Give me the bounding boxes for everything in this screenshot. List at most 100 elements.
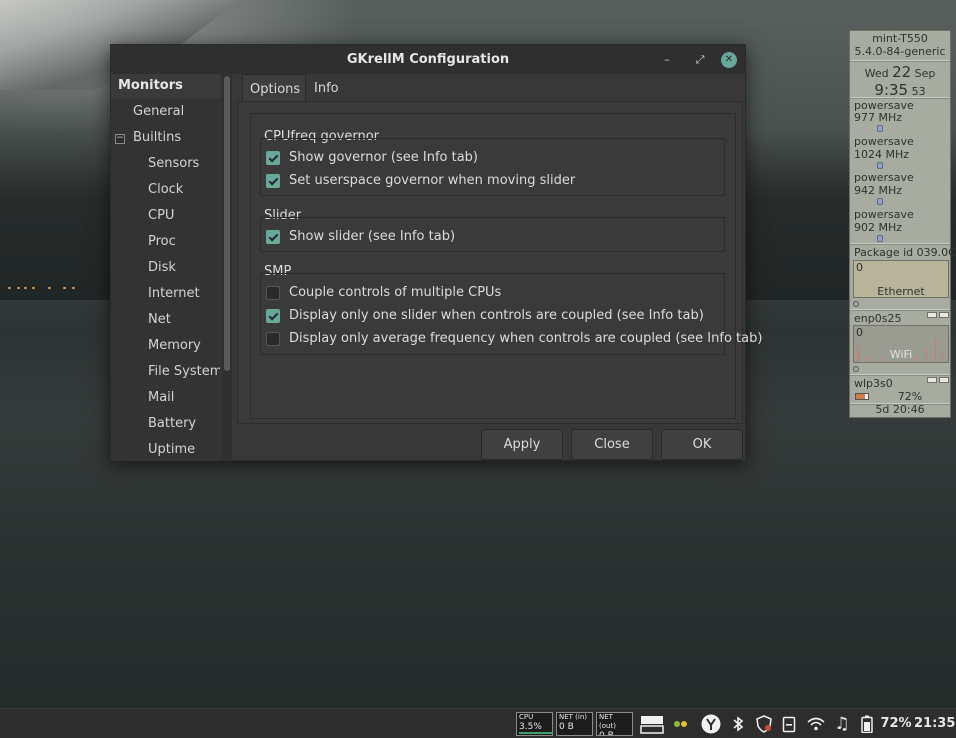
gk-month: Sep xyxy=(914,67,936,80)
checkbox-label: Set userspace governor when moving slide… xyxy=(289,173,576,188)
minimize-icon[interactable]: – xyxy=(659,52,675,68)
checkbox-label: Couple controls of multiple CPUs xyxy=(289,285,502,300)
gk-net-led-icon xyxy=(939,312,949,318)
gk-cpu2-slider[interactable] xyxy=(877,198,883,205)
tree-item-general[interactable]: General xyxy=(133,100,184,124)
checkbox-checked-icon[interactable] xyxy=(266,174,280,188)
gkrellm-config-window: GKrellM Configuration – ⤢ ✕ Monitors Gen… xyxy=(110,44,762,461)
gk-cpu0-freq: 977 MHz xyxy=(854,111,903,124)
frame-slider: Show slider (see Info tab) xyxy=(260,217,725,252)
checkbox-unchecked-icon[interactable] xyxy=(266,286,280,300)
config-content: Options Info CPUfreq governor Show gover… xyxy=(234,74,762,427)
gk-wifi-graph[interactable]: 0 WiFi xyxy=(853,325,949,363)
gk-iface-wifi: wlp3s0 xyxy=(854,377,893,390)
tree-item-net[interactable]: Net xyxy=(148,308,171,332)
gk-cpu3-freq: 902 MHz xyxy=(854,221,903,234)
tree-item-proc[interactable]: Proc xyxy=(148,230,176,254)
frame-smp: Couple controls of multiple CPUs Display… xyxy=(260,273,762,355)
gk-net-led-icon xyxy=(927,312,937,318)
tree-item-mail[interactable]: Mail xyxy=(148,386,174,410)
gk-separator xyxy=(850,309,950,311)
tree-item-sensors[interactable]: Sensors xyxy=(148,152,199,176)
dialog-button-bar: Apply Close OK xyxy=(111,429,747,461)
gk-ethernet-indicator-icon xyxy=(853,301,859,307)
frame-cpufreq: Show governor (see Info tab) Set userspa… xyxy=(260,138,725,196)
bluetooth-icon[interactable] xyxy=(729,709,747,738)
tree-header-monitors[interactable]: Monitors xyxy=(111,74,220,98)
window-title: GKrellM Configuration xyxy=(346,52,510,67)
tree-scrollbar-thumb[interactable] xyxy=(224,76,230,371)
window-titlebar[interactable]: GKrellM Configuration – ⤢ ✕ xyxy=(111,45,745,74)
taskbar-net-in-value: 0 B xyxy=(559,722,574,732)
taskbar-battery-percent: 72% xyxy=(880,716,912,731)
taskbar-cpu-graph xyxy=(519,732,552,734)
gk-ethernet-chart[interactable]: 0 Ethernet xyxy=(853,260,949,298)
monitors-tree: Monitors General − Builtins Sensors Cloc… xyxy=(111,74,220,461)
gk-separator xyxy=(850,243,950,245)
clipboard-icon[interactable] xyxy=(780,709,798,738)
taskbar: CPU 3.5% NET (in) 0 B NET (out) 0 B ♫ 72… xyxy=(0,708,956,738)
gk-cpu3-slider[interactable] xyxy=(877,235,883,242)
gk-cpu2-freq: 942 MHz xyxy=(854,184,903,197)
gk-ethernet-label: Ethernet xyxy=(877,285,925,298)
close-button[interactable]: Close xyxy=(571,429,653,460)
collapse-expander-icon[interactable]: − xyxy=(115,134,125,144)
taskbar-cpu-monitor[interactable]: CPU 3.5% xyxy=(516,712,553,736)
taskbar-clock[interactable]: 21:35 xyxy=(914,709,955,738)
gk-kernel: 5.4.0-84-generic xyxy=(854,45,946,58)
wifi-icon[interactable] xyxy=(806,709,826,738)
wallpaper-town-lights xyxy=(8,287,98,291)
checkbox-checked-icon[interactable] xyxy=(266,230,280,244)
gk-cpu0-slider[interactable] xyxy=(877,125,883,132)
gk-cpu3-governor: powersave xyxy=(854,208,914,221)
ok-button[interactable]: OK xyxy=(661,429,743,460)
gk-cpu1-slider[interactable] xyxy=(877,162,883,169)
shield-icon[interactable] xyxy=(754,709,774,738)
checkbox-checked-icon[interactable] xyxy=(266,151,280,165)
apply-button[interactable]: Apply xyxy=(481,429,563,460)
gk-cpu1-freq: 1024 MHz xyxy=(854,148,910,161)
maximize-icon[interactable]: ⤢ xyxy=(692,52,708,68)
gk-hostname: mint-T550 xyxy=(872,32,928,45)
tree-item-file-system[interactable]: File System xyxy=(148,360,220,384)
battery-icon[interactable] xyxy=(859,709,875,738)
taskbar-net-out-value: 0 B xyxy=(599,731,614,736)
music-icon[interactable]: ♫ xyxy=(832,709,852,738)
gk-cpu2-governor: powersave xyxy=(854,171,914,184)
close-icon[interactable]: ✕ xyxy=(721,52,737,68)
gk-battery-percent: 72% xyxy=(897,390,923,403)
taskbar-net-in-label: NET (in) xyxy=(559,713,588,721)
gk-day: Wed xyxy=(864,67,889,80)
taskbar-net-out-label: NET (out) xyxy=(599,713,616,730)
checkbox-label: Show slider (see Info tab) xyxy=(289,229,456,244)
gk-separator xyxy=(850,374,950,376)
tree-item-builtins[interactable]: Builtins xyxy=(133,126,181,150)
tree-item-cpu[interactable]: CPU xyxy=(148,204,174,228)
tree-item-memory[interactable]: Memory xyxy=(148,334,201,358)
options-tab-panel: CPUfreq governor Show governor (see Info… xyxy=(237,101,762,424)
tree-item-clock[interactable]: Clock xyxy=(148,178,183,202)
tree-item-disk[interactable]: Disk xyxy=(148,256,176,280)
tree-item-internet[interactable]: Internet xyxy=(148,282,200,306)
gk-net-led-icon xyxy=(927,377,937,383)
gk-uptime: 5d 20:46 xyxy=(875,403,925,416)
checkbox-label: Show governor (see Info tab) xyxy=(289,150,478,165)
yubikey-icon[interactable] xyxy=(699,709,723,738)
taskbar-net-out-monitor[interactable]: NET (out) 0 B xyxy=(596,712,633,736)
tab-options[interactable]: Options xyxy=(242,74,306,102)
ink-icon[interactable] xyxy=(671,709,691,738)
tab-info[interactable]: Info xyxy=(307,74,347,102)
gk-wifi-value: 0 xyxy=(856,326,863,339)
display-icon[interactable] xyxy=(639,709,665,738)
taskbar-net-in-monitor[interactable]: NET (in) 0 B xyxy=(556,712,593,736)
gk-ethernet-value: 0 xyxy=(856,261,863,274)
taskbar-cpu-label: CPU xyxy=(519,713,534,721)
checkbox-checked-icon[interactable] xyxy=(266,309,280,323)
gk-temperature: Package id 039.0C xyxy=(854,246,956,259)
gk-cpu1-governor: powersave xyxy=(854,135,914,148)
checkbox-label: Display only average frequency when cont… xyxy=(289,331,763,346)
checkbox-unchecked-icon[interactable] xyxy=(266,332,280,346)
gkrellm-panel[interactable]: mint-T550 5.4.0-84-generic Wed 22 Sep 9:… xyxy=(849,30,956,418)
gk-net-led-icon xyxy=(939,377,949,383)
gk-wifi-label: WiFi xyxy=(889,348,913,361)
